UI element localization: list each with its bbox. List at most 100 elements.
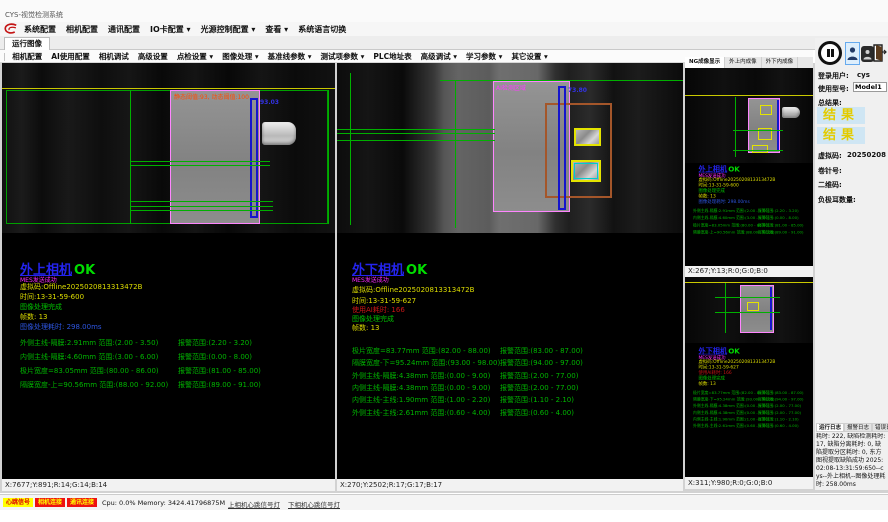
mid-mes-status: MES发送成功: [352, 275, 389, 284]
log-tab-alarm[interactable]: 报警日志: [844, 423, 872, 432]
tool-baseline-params[interactable]: 基准线参数 ▾: [263, 51, 316, 62]
thumb-tab-upper-image[interactable]: 外上内成像: [725, 57, 762, 68]
tool-advanced-settings[interactable]: 高级设置: [133, 51, 172, 62]
thumb-bottom-panel[interactable]: 外下相机OK MES发送成功 虚拟码:Offline20250208133134…: [685, 277, 813, 477]
left-connector-part: [262, 122, 296, 145]
control-panel: 登录用户: cys 使用型号: 总结果: 结果 结果 虚拟码: 20250208…: [815, 38, 888, 490]
left-frame-count: 帧数: 13: [20, 312, 48, 322]
exit-door-icon: [873, 44, 887, 62]
user-button[interactable]: [845, 42, 860, 65]
thumb-top-cursor-readout: X:267;Y:13;R:0;G:0;B:0: [685, 266, 813, 277]
qr-code-label: 二维码:: [818, 180, 842, 190]
virtual-code-value: 20250208: [847, 151, 886, 159]
mid-brown-roi: [545, 103, 612, 198]
tab-count-label: 负极耳数量:: [818, 195, 856, 205]
tool-learning-params[interactable]: 学习参数 ▾: [462, 51, 507, 62]
left-measure-row: 隔膜宽度-上=90.56mm 范围:(88.00 - 92.00)报警范围:(8…: [20, 380, 320, 390]
app-window: CYS-视觉检测系统 系统配置 相机配置 通讯配置 IO卡配置 ▾ 光源控制配置…: [0, 0, 888, 522]
result-slab-2: 结果: [817, 127, 865, 144]
mid-virtual-code: 虚拟码:Offline2025020813313472B: [352, 285, 474, 295]
menu-item-io-card-config[interactable]: IO卡配置 ▾: [145, 24, 196, 35]
operator-icon: [863, 49, 872, 60]
mid-defect-box-2: [571, 160, 601, 182]
mid-camera-image: AI检测区域 73.80: [337, 63, 683, 233]
model-input[interactable]: [853, 82, 887, 92]
left-virtual-code: 虚拟码:Offline2025020813313472B: [20, 282, 142, 292]
tool-plc-address-table[interactable]: PLC地址表: [369, 51, 416, 62]
comm-link-status-badge: 通讯连接: [67, 498, 97, 507]
tool-camera-config[interactable]: 相机配置: [8, 51, 47, 62]
app-logo-icon: [3, 23, 19, 35]
log-tab-error[interactable]: 错误日志: [872, 423, 888, 432]
tool-ai-usage-config[interactable]: AI使用配置: [47, 51, 95, 62]
login-user-value: cys: [857, 71, 870, 79]
upper-camera-heartbeat-label: 上相机心跳信号灯: [228, 499, 280, 509]
pause-icon: [818, 41, 842, 65]
camera-link-status-badge: 相机连接: [35, 498, 65, 507]
mid-frame-count: 帧数: 13: [352, 323, 380, 333]
mid-defect-box-1: [574, 128, 601, 146]
left-measure-row: 外侧主线-隔膜:2.91mm 范围:(2.00 - 3.50)报警范围:(2.2…: [20, 338, 320, 348]
tool-test-item-params[interactable]: 测试项参数 ▾: [316, 51, 369, 62]
thumb-tab-lower-image[interactable]: 外下内成像: [762, 57, 799, 68]
left-camera-panel[interactable]: 静态阈值:93, 动态阈值:100 93.03 外上相机OK MES发送成功 虚…: [2, 63, 335, 479]
menu-item-language-switch[interactable]: 系统语言切换: [293, 24, 351, 35]
exit-button[interactable]: [873, 43, 887, 62]
thumb-top-panel[interactable]: 外上相机OK MES发送成功 虚拟码:Offline20250208133134…: [685, 68, 813, 266]
mid-cursor-readout: X:270;Y:2502;R:17;G:17;B:17: [337, 479, 683, 491]
tool-advanced-debug[interactable]: 高级调试 ▾: [416, 51, 461, 62]
mid-measure-row: 内侧主线-隔膜:4.38mm 范围:(0.00 - 9.00)报警范围:(2.0…: [352, 383, 672, 393]
tool-spot-check-settings[interactable]: 点检设置 ▾: [172, 51, 217, 62]
menu-bar: 系统配置 相机配置 通讯配置 IO卡配置 ▾ 光源控制配置 ▾ 查看 ▾ 系统语…: [0, 22, 888, 36]
log-tab-strip: 运行日志 报警日志 错误日志: [816, 423, 887, 432]
model-label: 使用型号:: [818, 84, 849, 94]
thumb-top-image: [685, 68, 813, 163]
mid-blue-value-overlay: 73.80: [568, 87, 587, 94]
left-camera-image: 静态阈值:93, 动态阈值:100 93.03: [2, 63, 335, 233]
left-threshold-overlay: 静态阈值:93, 动态阈值:100: [174, 92, 249, 101]
menu-item-comm-config[interactable]: 通讯配置: [103, 24, 145, 35]
left-cursor-readout: X:7677;Y:891;R:14;G:14;B:14: [2, 479, 335, 491]
left-time: 时间:13-31-59-600: [20, 292, 84, 302]
menu-item-camera-config[interactable]: 相机配置: [61, 24, 103, 35]
mid-measure-row: 外侧主线-主线:2.61mm 范围:(0.60 - 4.00)报警范围:(0.6…: [352, 408, 672, 418]
left-blue-value-overlay: 93.03: [260, 99, 279, 106]
result-slab-1: 结果: [817, 107, 865, 124]
login-user-label: 登录用户:: [818, 71, 849, 81]
status-bar: 心跳信号 相机连接 通讯连接 Cpu: 0.0% Memory: 3424.41…: [0, 494, 888, 510]
thumb-tab-strip: NG成像显示 外上内成像 外下内成像: [685, 57, 813, 68]
virtual-code-label: 虚拟码:: [818, 151, 842, 161]
toolbar-separator: |: [3, 52, 6, 61]
mid-measure-row: 内侧主线-主线:1.90mm 范围:(1.00 - 2.20)报警范围:(1.1…: [352, 395, 672, 405]
thumb-bottom-cursor-readout: X:311;Y:980;R:0;G:0;B:0: [685, 477, 813, 489]
left-process-done: 图像处理完成: [20, 302, 62, 312]
menu-item-system-config[interactable]: 系统配置: [19, 24, 61, 35]
thumb-bottom-image: [685, 277, 813, 343]
title-bar: CYS-视觉检测系统: [0, 0, 888, 22]
left-elapsed: 图像处理耗时: 298.00ms: [20, 322, 102, 332]
menu-item-view[interactable]: 查看 ▾: [260, 24, 293, 35]
pause-button[interactable]: [818, 41, 842, 65]
tool-other-settings[interactable]: 其它设置 ▾: [507, 51, 552, 62]
cpu-memory-readout: Cpu: 0.0% Memory: 3424.41796875M: [102, 499, 225, 507]
tool-image-processing[interactable]: 图像处理 ▾: [218, 51, 263, 62]
menu-item-light-control-config[interactable]: 光源控制配置 ▾: [196, 24, 261, 35]
left-detect-region: [170, 90, 260, 224]
left-roi-green-frame: [6, 90, 328, 224]
mid-measure-blue-box: [558, 86, 566, 210]
thumb-tab-ng-display[interactable]: NG成像显示: [685, 57, 725, 68]
lower-camera-heartbeat-label: 下相机心跳信号灯: [288, 499, 340, 509]
tab-strip: 运行图像: [0, 36, 888, 50]
tool-camera-debug[interactable]: 相机调试: [94, 51, 133, 62]
tab-run-image[interactable]: 运行图像: [4, 37, 50, 50]
window-title: CYS-视觉检测系统: [5, 10, 63, 20]
mid-measure-row: 隔膜宽度-下=95.24mm 范围:(93.00 - 98.00)报警范围:(9…: [352, 358, 672, 368]
mid-ai-region-label: AI检测区域: [496, 83, 526, 92]
log-text: 耗时: 222, 缺陷检测耗时: 17, 缺陷分离耗时: 0, 缺陷提取分区耗时…: [816, 433, 886, 493]
pin-number-label: 卷针号:: [818, 166, 842, 176]
left-measure-row: 极片宽度=83.05mm 范围:(80.00 - 86.00)报警范围:(81.…: [20, 366, 320, 376]
mid-camera-panel[interactable]: AI检测区域 73.80 外下相机OK MES发送成功 虚拟码:Offline2…: [337, 63, 683, 479]
left-measure-blue-box: [250, 98, 258, 218]
log-tab-run[interactable]: 运行日志: [816, 423, 844, 432]
user-icon: [847, 46, 858, 61]
